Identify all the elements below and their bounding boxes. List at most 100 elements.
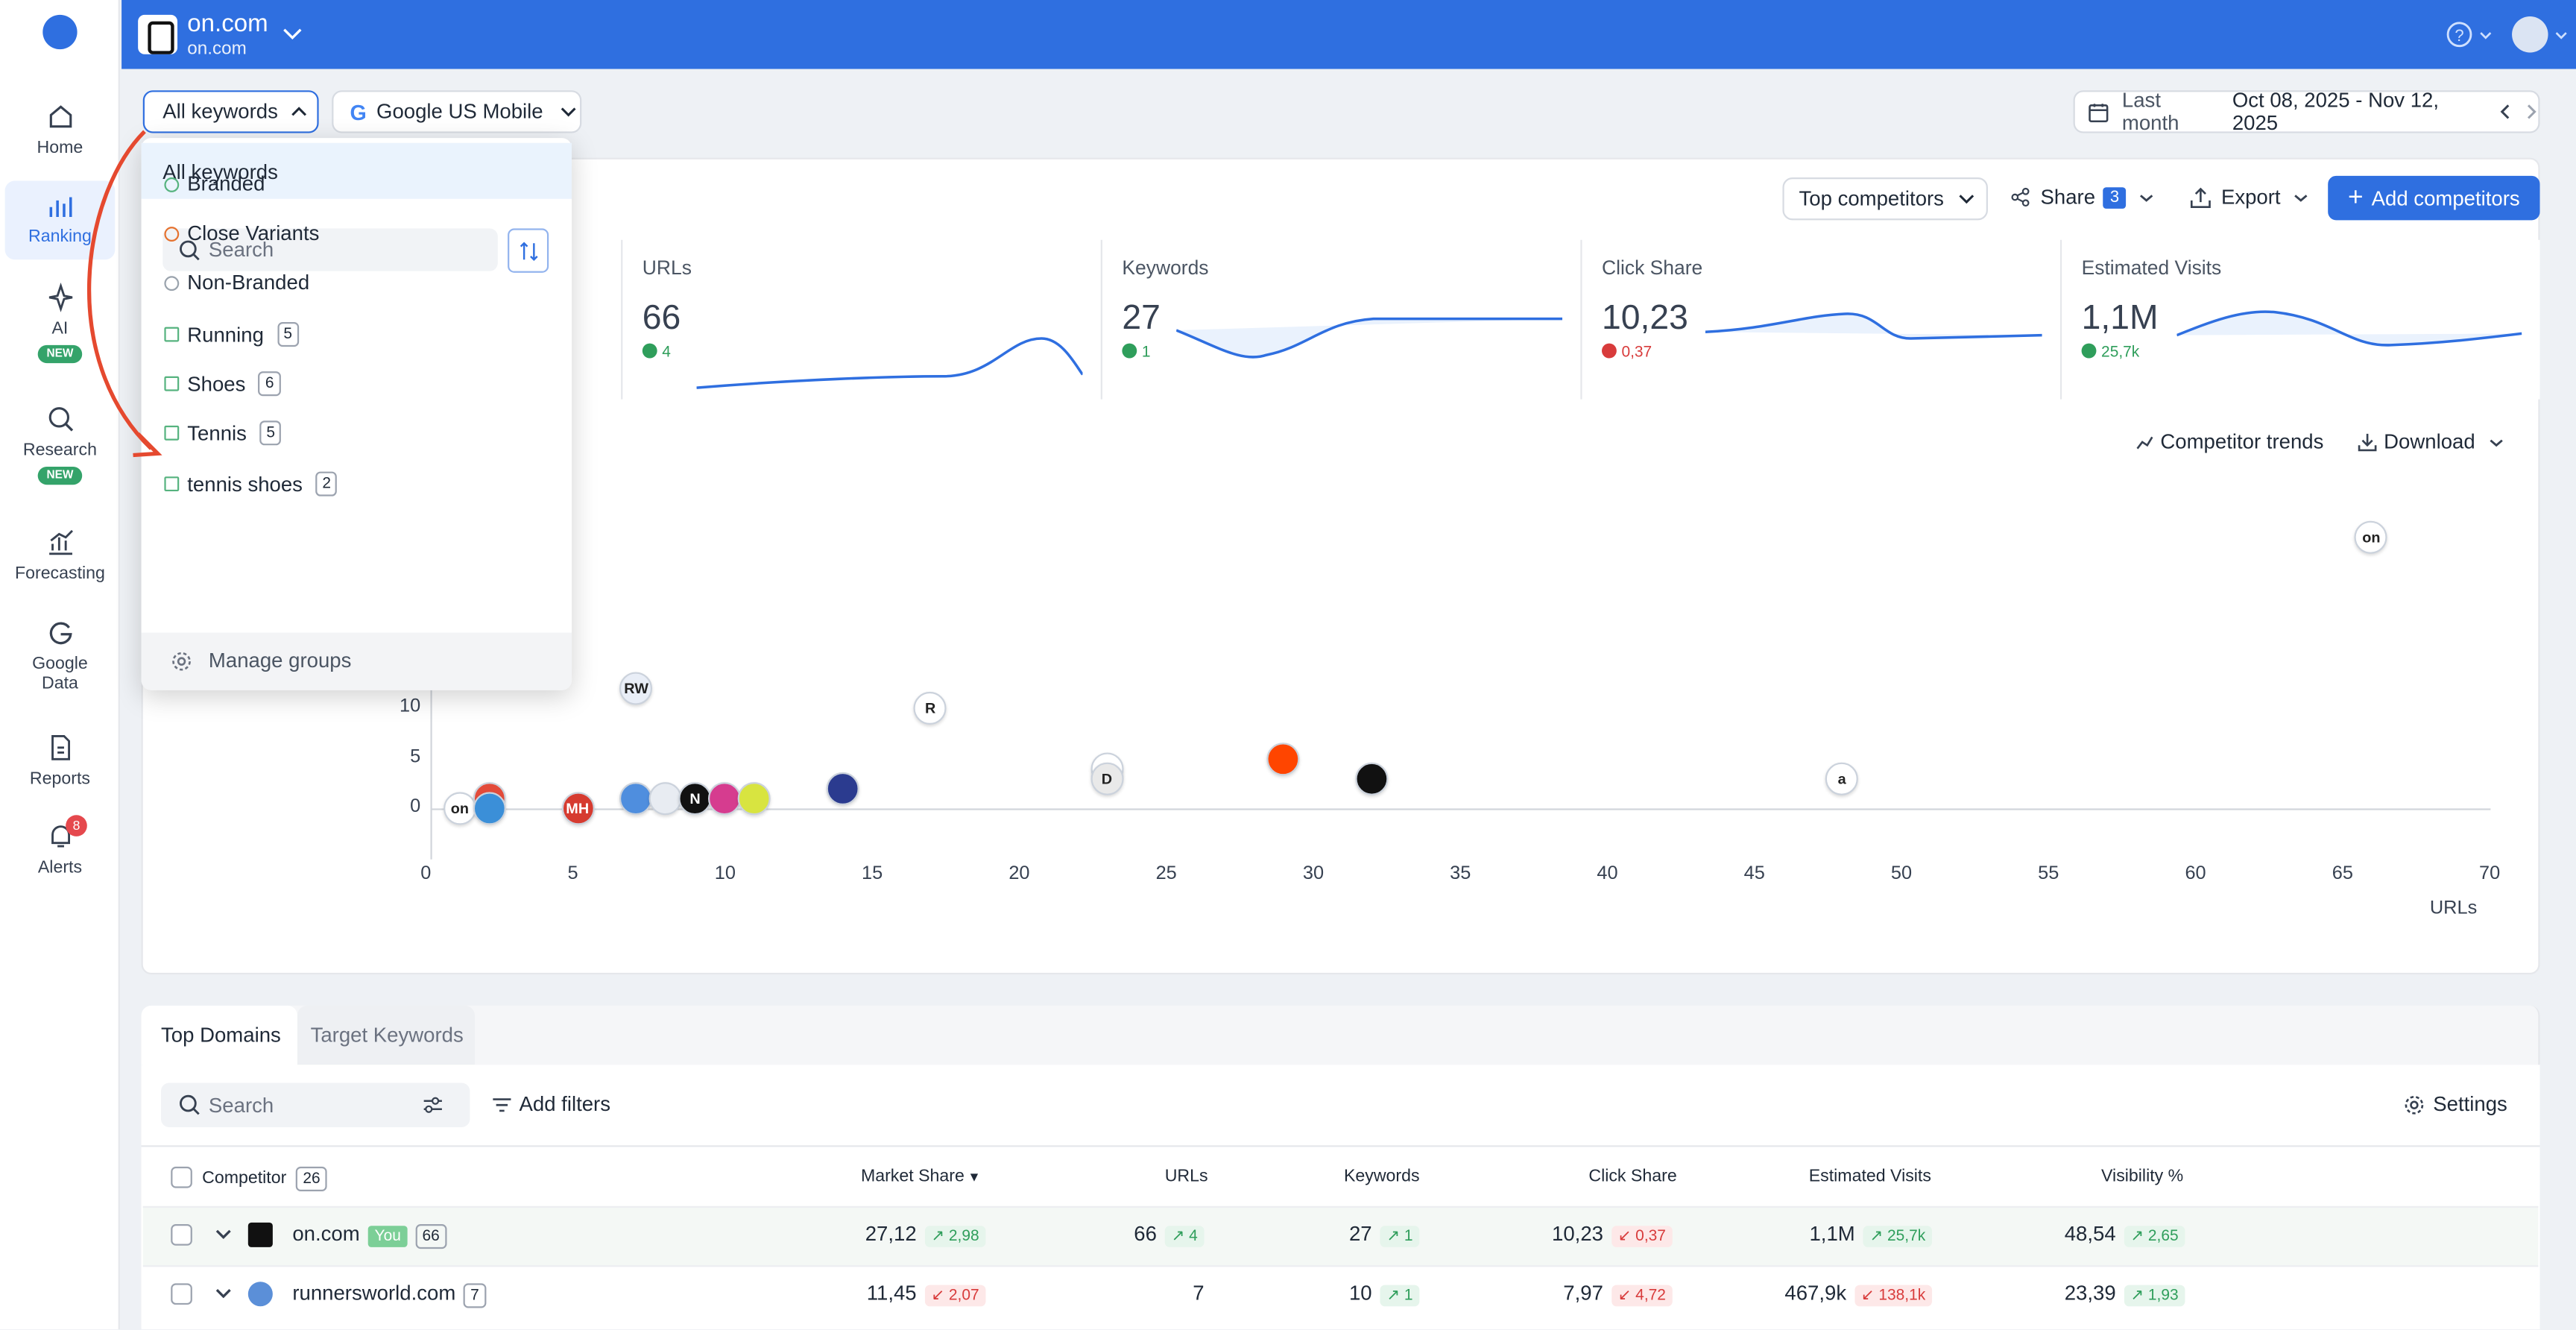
column-header-competitor[interactable]: Competitor 26: [202, 1166, 327, 1191]
competitor-point[interactable]: MH: [561, 792, 594, 825]
chevron-down-icon: [560, 107, 575, 117]
arrow-up-right-icon: ↗: [931, 1227, 945, 1246]
add-competitors-button[interactable]: + Add competitors: [2328, 175, 2540, 221]
competitor-point[interactable]: [1354, 762, 1389, 795]
google-icon: [48, 622, 72, 645]
top-competitors-dropdown[interactable]: Top competitors: [1782, 177, 1988, 221]
competitor-point[interactable]: [1266, 742, 1300, 775]
sort-toggle-button[interactable]: [508, 228, 549, 273]
expand-chevron-icon[interactable]: [215, 1226, 232, 1244]
competitor-point[interactable]: [473, 792, 506, 825]
metric-keywords[interactable]: Keywords 27 1: [1100, 239, 1581, 400]
export-button[interactable]: Export: [2190, 186, 2308, 209]
expand-chevron-icon[interactable]: [215, 1285, 232, 1303]
metric-value: 10,23: [1601, 299, 1688, 337]
x-tick-label: 60: [2185, 864, 2206, 884]
manage-groups-button[interactable]: Manage groups: [171, 649, 351, 672]
sidebar-item-forecasting[interactable]: Forecasting: [5, 528, 116, 583]
share-button[interactable]: Share 3: [2011, 186, 2154, 209]
column-header-urls[interactable]: URLs: [1165, 1167, 1208, 1186]
chevron-right-icon[interactable]: [2527, 104, 2538, 120]
project-logo: [138, 14, 178, 54]
metric-estimated-visits[interactable]: Estimated Visits 1,1M 25,7k: [2059, 239, 2540, 400]
column-header-visibility[interactable]: Visibility %: [2101, 1167, 2183, 1186]
competitor-point[interactable]: [737, 781, 771, 815]
tab-top-domains[interactable]: Top Domains: [141, 1005, 297, 1065]
avatar[interactable]: [2512, 16, 2548, 53]
domain-cell[interactable]: runnersworld.com 7: [292, 1282, 486, 1308]
date-range-picker[interactable]: Last month Oct 08, 2025 - Nov 12, 2025: [2073, 89, 2540, 135]
competitor-point[interactable]: [649, 781, 683, 815]
trend-icon: [2136, 435, 2153, 449]
select-all-checkbox[interactable]: [171, 1166, 192, 1188]
competitor-count-badge: 26: [296, 1166, 327, 1191]
x-tick-label: 5: [567, 864, 578, 884]
divider: [141, 1145, 2540, 1147]
chevron-left-icon[interactable]: [2499, 104, 2510, 120]
sidebar-item-google-data[interactable]: Google Data: [5, 618, 116, 693]
column-header-market-share[interactable]: Market Share ▼: [861, 1167, 981, 1186]
table-search-input[interactable]: Search: [161, 1082, 470, 1128]
download-button[interactable]: Download: [2358, 430, 2503, 453]
settings-button[interactable]: Settings: [2404, 1093, 2507, 1116]
row-checkbox[interactable]: [171, 1224, 192, 1246]
x-tick-label: 65: [2332, 864, 2353, 884]
chevron-down-icon[interactable]: [2554, 31, 2568, 40]
domain-cell[interactable]: on.com You 66: [292, 1223, 446, 1249]
competitor-point[interactable]: a: [1825, 762, 1859, 795]
dropdown-item[interactable]: Running 5: [164, 322, 299, 347]
x-tick-label: 10: [714, 864, 736, 884]
keywords-filter-dropdown[interactable]: All keywords: [142, 90, 319, 133]
competitor-point[interactable]: D: [1090, 762, 1123, 795]
metric-click-share[interactable]: Click Share 10,23 0,37: [1580, 239, 2060, 400]
dropdown-item-label: Close Variants: [187, 221, 320, 245]
row-checkbox[interactable]: [171, 1283, 192, 1305]
metric-value: 27: [1122, 299, 1161, 337]
arrow-down-left-icon: ↙: [931, 1286, 945, 1305]
competitor-point[interactable]: [825, 772, 859, 805]
metric-value: 66: [642, 299, 681, 337]
x-tick-label: 70: [2478, 864, 2501, 884]
arrow-down-left-icon: ↙: [1617, 1286, 1632, 1305]
dropdown-item[interactable]: Close Variants: [164, 222, 319, 245]
y-tick-label: 5: [410, 746, 421, 767]
metric-urls[interactable]: URLs 66 4: [621, 239, 1101, 400]
delta-chip: ↗ 4: [1164, 1226, 1205, 1247]
kw-cell: 10 ↗ 1: [1349, 1282, 1420, 1307]
y-tick-label: 10: [400, 696, 421, 716]
delta-chip: ↙ 0,37: [1611, 1226, 1673, 1247]
chevron-down-icon[interactable]: [2479, 31, 2493, 40]
add-filters-button[interactable]: Add filters: [493, 1093, 610, 1116]
x-tick-label: 50: [1890, 864, 1913, 884]
project-name[interactable]: on.com: [187, 10, 268, 37]
competitor-trends-button[interactable]: Competitor trends: [2135, 430, 2323, 453]
sidebar-item-label: Alerts: [37, 857, 83, 877]
competitor-point[interactable]: on: [2355, 521, 2388, 555]
column-header-estimated-visits[interactable]: Estimated Visits: [1809, 1167, 1931, 1186]
app-logo[interactable]: [42, 14, 78, 50]
tab-target-keywords[interactable]: Target Keywords: [297, 1005, 475, 1065]
metric-delta: 25,7k: [2081, 343, 2139, 362]
sidebar-item-reports[interactable]: Reports: [5, 733, 116, 789]
competitor-point[interactable]: R: [914, 691, 947, 725]
dropdown-item[interactable]: Shoes 6: [164, 371, 281, 397]
competitor-point[interactable]: N: [678, 781, 712, 815]
help-icon[interactable]: ?: [2446, 22, 2472, 48]
sliders-icon[interactable]: [422, 1096, 443, 1114]
sidebar-item-alerts[interactable]: 8 Alerts: [5, 815, 116, 877]
search-engine-dropdown[interactable]: G Google US Mobile: [332, 90, 582, 133]
dropdown-item[interactable]: tennis shoes 2: [164, 471, 338, 497]
competitor-point[interactable]: on: [443, 792, 476, 825]
x-tick-label: 40: [1597, 864, 1618, 884]
column-header-click-share[interactable]: Click Share: [1588, 1167, 1676, 1186]
dropdown-item[interactable]: Tennis 5: [164, 420, 282, 446]
vis-cell: 23,39 ↗ 1,93: [2065, 1282, 2185, 1307]
column-header-keywords[interactable]: Keywords: [1344, 1167, 1420, 1186]
project-domain: on.com: [187, 39, 247, 60]
competitor-point[interactable]: [707, 781, 742, 815]
dropdown-item[interactable]: Non-Branded: [164, 271, 309, 294]
competitor-point[interactable]: RW: [619, 672, 653, 705]
add-competitors-label: Add competitors: [2371, 186, 2520, 210]
chevron-down-icon[interactable]: [282, 28, 302, 41]
arrow-down-left-icon: ↙: [1860, 1286, 1875, 1305]
